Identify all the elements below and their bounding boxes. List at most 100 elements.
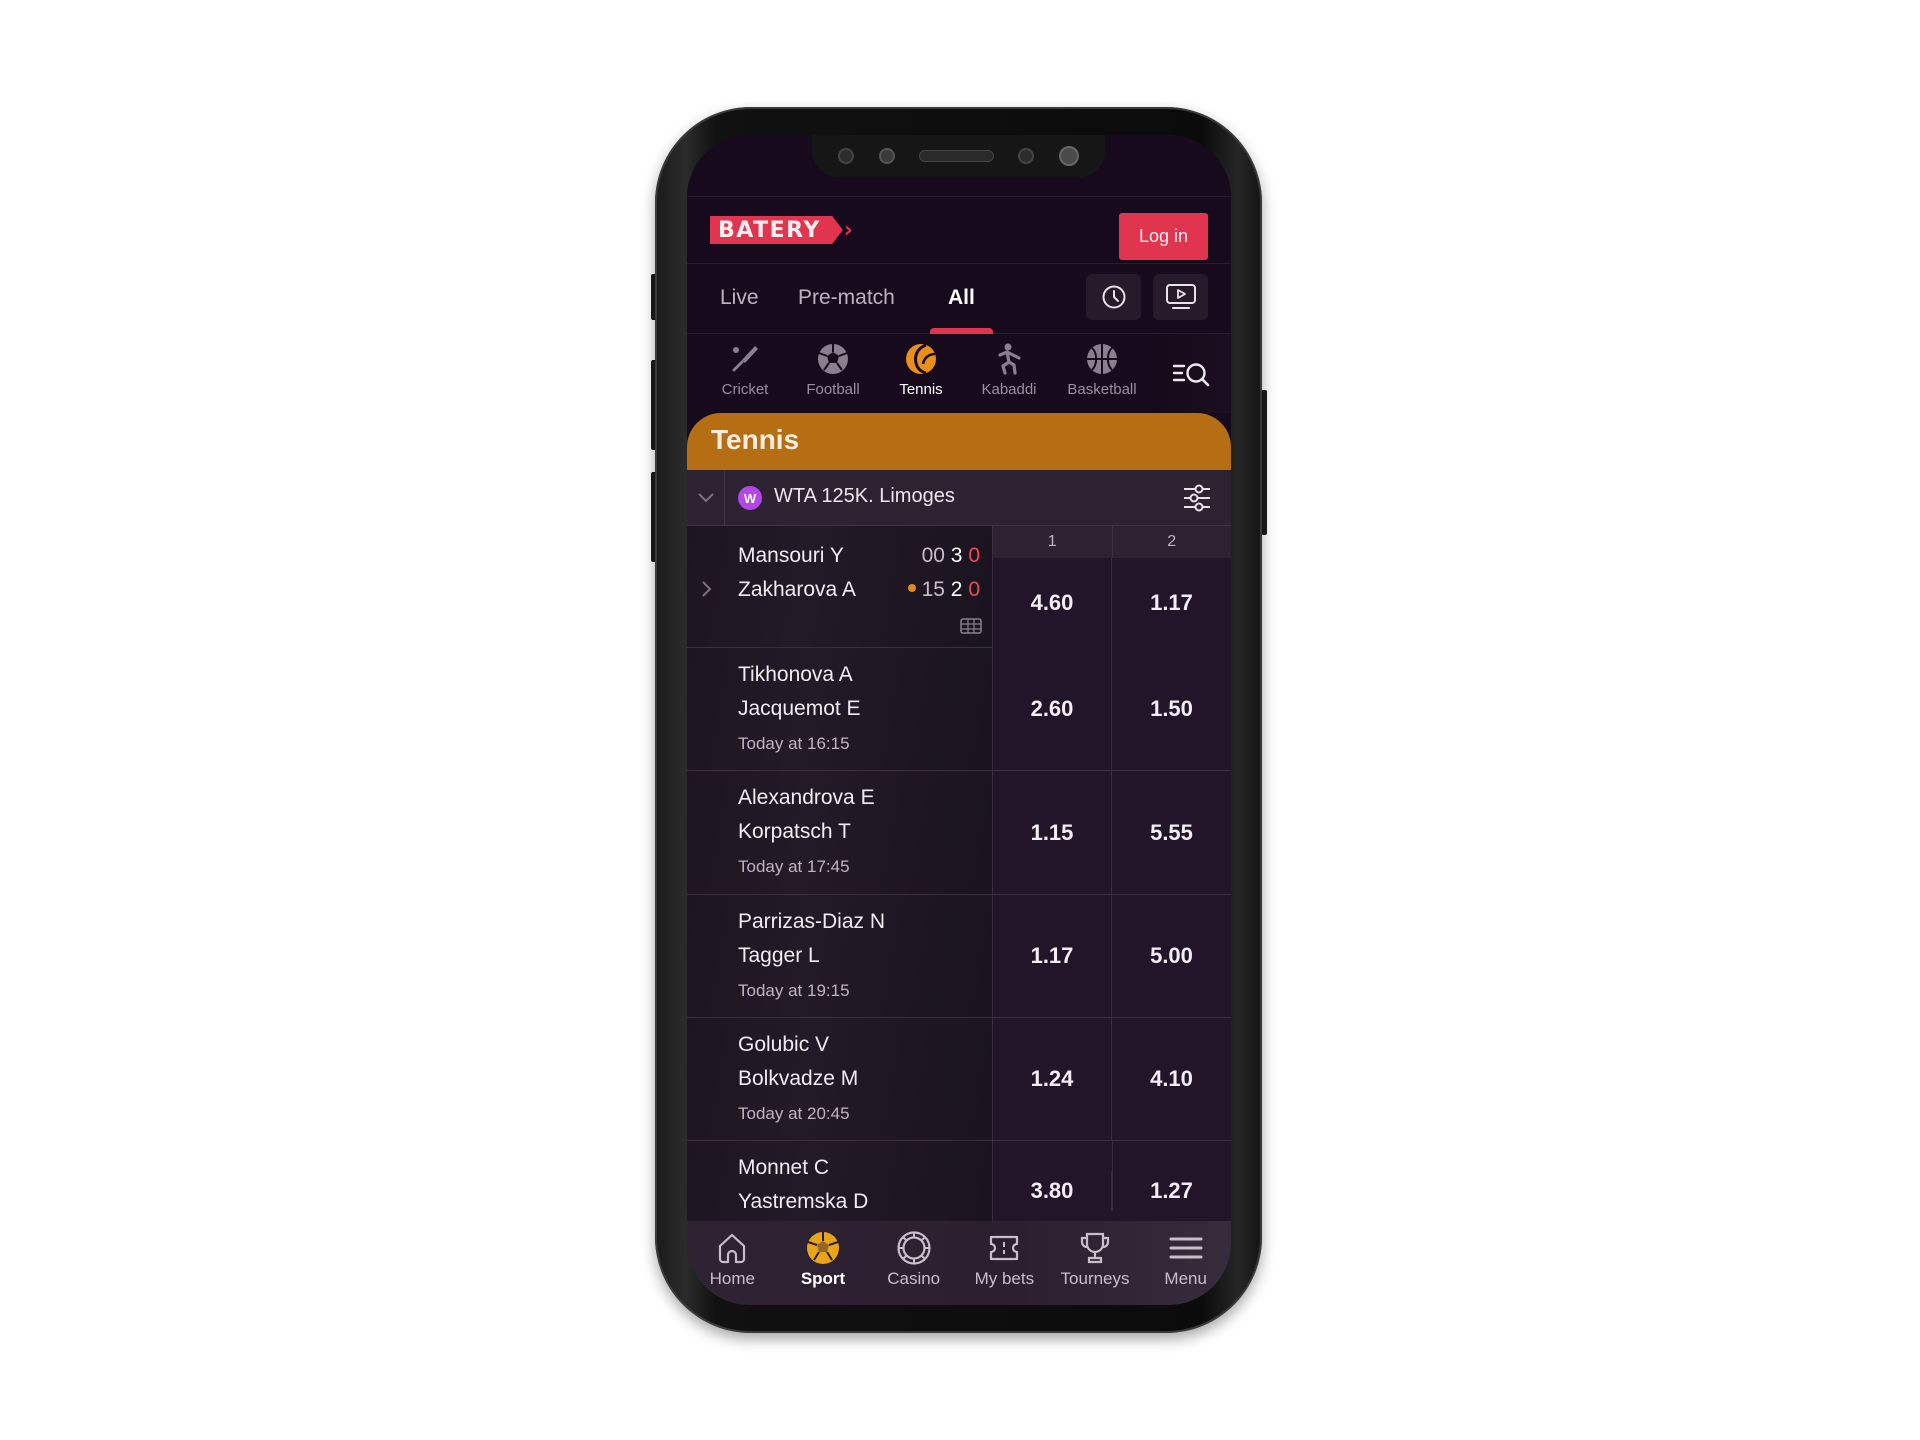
phone-notch: [812, 135, 1105, 177]
sport-label: Tennis: [899, 381, 943, 398]
nav-my-bets[interactable]: My bets: [959, 1221, 1050, 1305]
match-time: Today at 20:45: [738, 1104, 850, 1123]
tv-play-icon: [1165, 284, 1196, 309]
mode-tabs: Live Pre-match All: [687, 264, 1231, 334]
tab-prematch[interactable]: Pre-match: [798, 286, 895, 310]
bottom-navigation: Home Sport Casino My bets Tourneys Menu: [687, 1221, 1231, 1305]
odd-button-1[interactable]: 1.17: [993, 895, 1112, 1017]
score-player-2: 15 2 0: [907, 578, 980, 602]
nav-tourneys[interactable]: Tourneys: [1050, 1221, 1141, 1305]
odd-button-1[interactable]: 2.60: [993, 648, 1112, 770]
odd-button-2[interactable]: 5.55: [1112, 771, 1231, 894]
tab-live[interactable]: Live: [720, 286, 759, 310]
brand-name: BATERY: [710, 216, 843, 244]
match-info[interactable]: Tikhonova A Jacquemot E Today at 16:15: [687, 648, 993, 770]
sport-kabaddi[interactable]: Kabaddi: [965, 342, 1053, 398]
odd-button-1[interactable]: 3.80: [993, 1171, 1112, 1211]
sport-label: Cricket: [721, 381, 769, 398]
odd-button-2[interactable]: 1.27: [1112, 1171, 1231, 1211]
match-row: Alexandrova E Korpatsch T Today at 17:45…: [687, 771, 1231, 895]
match-row: Parrizas-Diaz N Tagger L Today at 19:15 …: [687, 895, 1231, 1018]
odd-button-2[interactable]: 1.17: [1112, 558, 1231, 648]
player-2: Yastremska D: [738, 1190, 869, 1213]
tab-all[interactable]: All: [948, 286, 975, 310]
login-button[interactable]: Log in: [1119, 213, 1208, 260]
player-1: Alexandrova E: [738, 786, 875, 809]
odds-column-header: 1 2: [993, 526, 1231, 558]
live-stream-button[interactable]: [1153, 274, 1208, 320]
player-1: Monnet C: [738, 1156, 830, 1179]
nav-home[interactable]: Home: [687, 1221, 778, 1305]
match-info[interactable]: Alexandrova E Korpatsch T Today at 17:45: [687, 771, 993, 894]
casino-chip-icon: [897, 1231, 931, 1265]
odd-button-2[interactable]: 1.50: [1112, 648, 1231, 770]
football-icon: [818, 344, 848, 374]
player-2: Tagger L: [738, 944, 820, 967]
nav-sport[interactable]: Sport: [778, 1221, 869, 1305]
sport-label: Football: [806, 381, 860, 398]
collapse-league-button[interactable]: [687, 470, 725, 526]
sport-football[interactable]: Football: [789, 342, 877, 398]
cricket-bat-icon: [732, 346, 758, 372]
phone-screen: BATERY › Log in Live Pre-match All Crick…: [687, 135, 1231, 1305]
match-time: Today at 17:45: [738, 857, 850, 876]
section-title: Tennis: [711, 424, 800, 455]
scoreboard-icon[interactable]: [960, 618, 982, 634]
clock-icon: [1102, 285, 1125, 309]
match-row: Golubic V Bolkvadze M Today at 20:45 1.2…: [687, 1018, 1231, 1141]
nav-label: Tourneys: [1060, 1269, 1130, 1288]
odd-button-2[interactable]: 5.00: [1112, 895, 1231, 1017]
brand-logo[interactable]: BATERY ›: [710, 216, 853, 244]
chevron-right-icon: [702, 581, 712, 597]
sports-carousel: Cricket Football Tennis Kabaddi Basketba…: [687, 334, 1231, 413]
front-camera-icon: [1058, 146, 1079, 166]
kabaddi-icon: [998, 343, 1021, 375]
player-1: Parrizas-Diaz N: [738, 910, 886, 933]
nav-label: Menu: [1164, 1269, 1207, 1288]
player-1: Mansouri Y: [738, 544, 844, 567]
league-name[interactable]: WTA 125K. Limoges: [774, 485, 955, 508]
basketball-icon: [1087, 344, 1117, 374]
chevron-down-icon: [697, 493, 714, 503]
match-time: Today at 16:15: [738, 734, 850, 753]
nav-label: Casino: [887, 1269, 941, 1288]
sport-label: Basketball: [1067, 381, 1137, 398]
home-icon: [719, 1233, 746, 1264]
serving-indicator-icon: [907, 584, 916, 593]
sport-basketball[interactable]: Basketball: [1058, 342, 1146, 398]
odd-button-1[interactable]: 1.24: [993, 1018, 1112, 1140]
market-filter-icon[interactable]: [1181, 482, 1213, 514]
odds-col-2: 2: [1167, 533, 1177, 550]
match-row: Monnet C Yastremska D 3.80 1.27: [687, 1141, 1231, 1231]
match-time: Today at 19:15: [738, 981, 850, 1000]
sensor-icon: [878, 148, 895, 164]
sensor-icon: [838, 148, 855, 164]
player-1: Golubic V: [738, 1033, 830, 1056]
trophy-icon: [1080, 1232, 1110, 1264]
player-2: Korpatsch T: [738, 820, 851, 843]
player-2: Bolkvadze M: [738, 1067, 859, 1090]
match-row: Tikhonova A Jacquemot E Today at 16:15 2…: [687, 648, 1231, 771]
sport-search-button[interactable]: [1153, 334, 1231, 413]
match-info[interactable]: Parrizas-Diaz N Tagger L Today at 19:15: [687, 895, 993, 1017]
speaker-grille: [918, 150, 994, 162]
match-info[interactable]: Mansouri Y Zakharova A 00 3 0 15 2 0: [687, 526, 993, 647]
nav-label: Sport: [800, 1269, 846, 1288]
odd-button-2[interactable]: 4.10: [1112, 1018, 1231, 1140]
odd-button-1[interactable]: 4.60: [993, 558, 1112, 648]
menu-icon: [1169, 1237, 1203, 1259]
sport-ball-icon: [807, 1232, 839, 1264]
match-info[interactable]: Monnet C Yastremska D: [687, 1141, 993, 1231]
player-1: Tikhonova A: [738, 663, 853, 686]
nav-menu[interactable]: Menu: [1140, 1221, 1231, 1305]
sport-section-header: Tennis: [687, 413, 1231, 470]
logo-chevron-icon: ›: [843, 217, 853, 243]
history-button[interactable]: [1086, 274, 1141, 320]
match-info[interactable]: Golubic V Bolkvadze M Today at 20:45: [687, 1018, 993, 1140]
odd-button-1[interactable]: 1.15: [993, 771, 1112, 894]
sport-tennis[interactable]: Tennis: [877, 342, 965, 398]
nav-label: My bets: [974, 1269, 1035, 1288]
nav-casino[interactable]: Casino: [868, 1221, 959, 1305]
nav-label: Home: [709, 1269, 756, 1288]
sport-cricket[interactable]: Cricket: [701, 342, 789, 398]
